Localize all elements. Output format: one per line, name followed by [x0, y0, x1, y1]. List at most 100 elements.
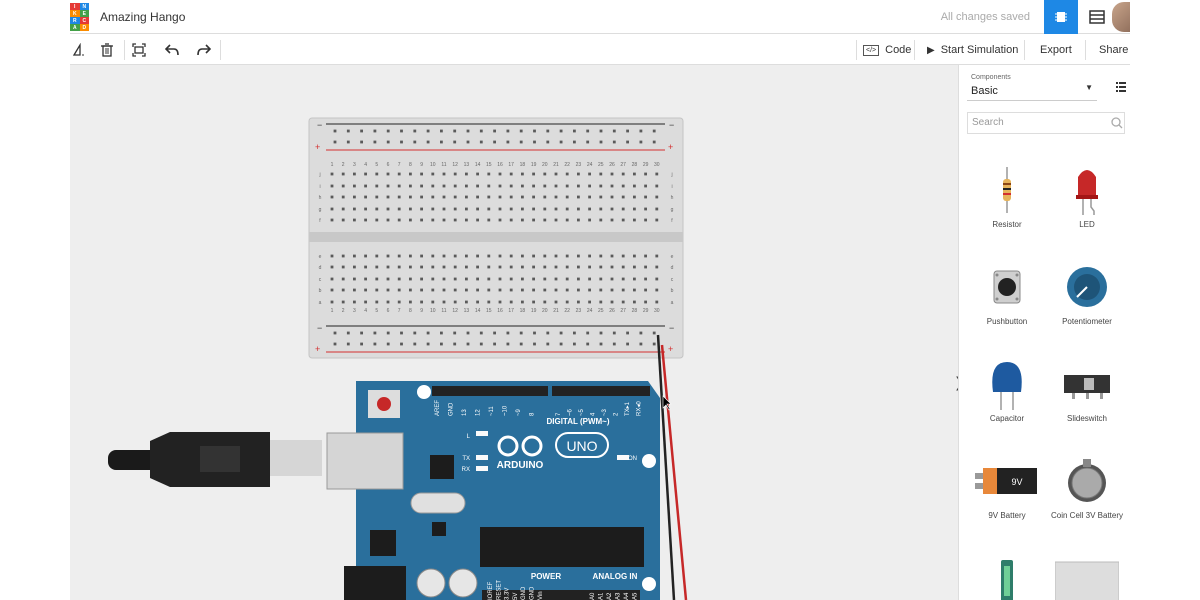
- breadboard-hole[interactable]: [442, 195, 446, 199]
- breadboard-hole[interactable]: [386, 288, 390, 292]
- breadboard-hole[interactable]: [655, 195, 659, 199]
- breadboard-hole[interactable]: [521, 300, 524, 304]
- breadboard-hole[interactable]: [652, 140, 656, 144]
- breadboard-hole[interactable]: [476, 195, 479, 199]
- breadboard-hole[interactable]: [409, 300, 412, 304]
- breadboard-hole[interactable]: [521, 218, 524, 222]
- breadboard-hole[interactable]: [409, 277, 412, 281]
- breadboard-hole[interactable]: [353, 184, 356, 188]
- breadboard-hole[interactable]: [652, 342, 656, 346]
- breadboard-hole[interactable]: [588, 184, 591, 188]
- breadboard-hole[interactable]: [397, 195, 401, 199]
- breadboard-hole[interactable]: [465, 288, 468, 292]
- breadboard-hole[interactable]: [453, 172, 457, 176]
- delete-button[interactable]: [98, 41, 116, 59]
- breadboard-hole[interactable]: [633, 184, 636, 188]
- breadboard-hole[interactable]: [442, 265, 446, 269]
- breadboard-hole[interactable]: [400, 342, 403, 346]
- breadboard-hole[interactable]: [599, 195, 603, 199]
- breadboard-hole[interactable]: [554, 207, 558, 211]
- breadboard-hole[interactable]: [633, 265, 636, 269]
- breadboard-hole[interactable]: [341, 277, 345, 281]
- breadboard-hole[interactable]: [621, 288, 625, 292]
- breadboard-hole[interactable]: [577, 277, 580, 281]
- breadboard-hole[interactable]: [386, 184, 390, 188]
- breadboard-hole[interactable]: [465, 218, 468, 222]
- breadboard-hole[interactable]: [346, 140, 350, 144]
- breadboard-hole[interactable]: [652, 129, 656, 133]
- breadboard-hole[interactable]: [532, 277, 535, 281]
- breadboard-hole[interactable]: [360, 331, 363, 335]
- breadboard-hole[interactable]: [466, 140, 470, 144]
- breadboard-hole[interactable]: [476, 254, 479, 258]
- breadboard-hole[interactable]: [554, 184, 558, 188]
- breadboard-hole[interactable]: [588, 288, 591, 292]
- breadboard-hole[interactable]: [554, 195, 558, 199]
- breadboard-hole[interactable]: [644, 195, 647, 199]
- breadboard-hole[interactable]: [476, 184, 479, 188]
- breadboard-hole[interactable]: [559, 342, 563, 346]
- breadboard-hole[interactable]: [599, 207, 603, 211]
- breadboard-hole[interactable]: [409, 288, 412, 292]
- breadboard-hole[interactable]: [565, 300, 569, 304]
- breadboard-hole[interactable]: [476, 172, 479, 176]
- breadboard-hole[interactable]: [364, 184, 367, 188]
- breadboard-hole[interactable]: [565, 288, 569, 292]
- breadboard-hole[interactable]: [440, 129, 443, 133]
- breadboard-hole[interactable]: [506, 129, 510, 133]
- breadboard-hole[interactable]: [386, 207, 390, 211]
- breadboard-hole[interactable]: [431, 300, 435, 304]
- breadboard-hole[interactable]: [543, 300, 547, 304]
- breadboard-hole[interactable]: [506, 331, 510, 335]
- breadboard-hole[interactable]: [353, 265, 356, 269]
- components-dropdown[interactable]: Components Basic ▼: [967, 71, 1097, 101]
- breadboard-hole[interactable]: [333, 331, 337, 335]
- breadboard-hole[interactable]: [375, 300, 379, 304]
- breadboard-hole[interactable]: [610, 195, 614, 199]
- breadboard-hole[interactable]: [397, 207, 401, 211]
- breadboard-hole[interactable]: [479, 342, 483, 346]
- breadboard-hole[interactable]: [333, 129, 337, 133]
- breadboard-hole[interactable]: [498, 184, 502, 188]
- breadboard-hole[interactable]: [420, 207, 423, 211]
- breadboard-hole[interactable]: [465, 265, 468, 269]
- component-slideswitch[interactable]: Slideswitch: [1047, 354, 1127, 423]
- breadboard-hole[interactable]: [330, 254, 334, 258]
- breadboard-hole[interactable]: [521, 207, 524, 211]
- breadboard-hole[interactable]: [610, 265, 614, 269]
- breadboard-hole[interactable]: [588, 300, 591, 304]
- breadboard-hole[interactable]: [639, 331, 643, 335]
- arduino-uno-board[interactable]: ARDUINO UNO DIGITAL (PWM~) POWER ANALOG …: [326, 381, 660, 600]
- breadboard-hole[interactable]: [466, 331, 470, 335]
- breadboard-hole[interactable]: [476, 265, 479, 269]
- breadboard-hole[interactable]: [644, 207, 647, 211]
- breadboard-hole[interactable]: [493, 140, 496, 144]
- breadboard-hole[interactable]: [400, 140, 403, 144]
- breadboard-hole[interactable]: [442, 207, 446, 211]
- breadboard-hole[interactable]: [420, 300, 423, 304]
- breadboard-hole[interactable]: [612, 331, 616, 335]
- breadboard-hole[interactable]: [532, 254, 535, 258]
- breadboard[interactable]: − + − + − + − + j ji ih hg gf fe ed dc cb ba a1122…: [308, 117, 684, 359]
- breadboard-hole[interactable]: [621, 277, 625, 281]
- breadboard-hole[interactable]: [487, 184, 491, 188]
- breadboard-hole[interactable]: [644, 184, 647, 188]
- breadboard-hole[interactable]: [554, 277, 558, 281]
- breadboard-hole[interactable]: [626, 342, 629, 346]
- breadboard-hole[interactable]: [543, 195, 547, 199]
- breadboard-hole[interactable]: [397, 265, 401, 269]
- breadboard-hole[interactable]: [554, 265, 558, 269]
- breadboard-hole[interactable]: [586, 331, 590, 335]
- breadboard-hole[interactable]: [612, 129, 616, 133]
- breadboard-hole[interactable]: [498, 300, 502, 304]
- breadboard-hole[interactable]: [341, 172, 345, 176]
- breadboard-hole[interactable]: [577, 172, 580, 176]
- breadboard-hole[interactable]: [487, 288, 491, 292]
- breadboard-hole[interactable]: [519, 129, 523, 133]
- breadboard-hole[interactable]: [364, 277, 367, 281]
- breadboard-hole[interactable]: [554, 218, 558, 222]
- breadboard-hole[interactable]: [465, 300, 468, 304]
- breadboard-hole[interactable]: [386, 218, 390, 222]
- breadboard-hole[interactable]: [521, 184, 524, 188]
- undo-button[interactable]: [163, 41, 181, 59]
